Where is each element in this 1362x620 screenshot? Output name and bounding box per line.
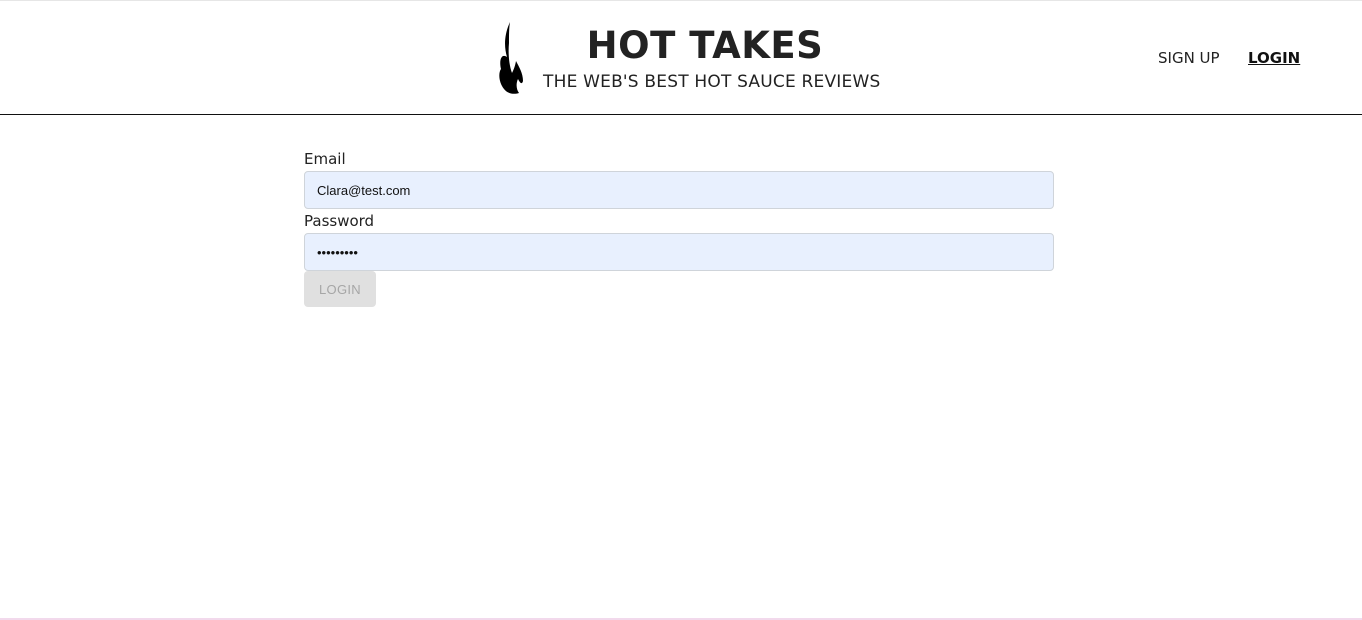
- login-form: Email Password LOGIN: [304, 147, 1054, 307]
- email-label: Email: [304, 150, 346, 168]
- nav-signup-link[interactable]: SIGN UP: [1158, 47, 1220, 69]
- email-field[interactable]: [304, 171, 1054, 209]
- site-title: HOT TAKES: [586, 24, 824, 67]
- password-field[interactable]: [304, 233, 1054, 271]
- flame-icon: [499, 22, 523, 94]
- login-button[interactable]: LOGIN: [304, 271, 376, 307]
- password-label: Password: [304, 212, 375, 230]
- site-subtitle: THE WEB'S BEST HOT SAUCE REVIEWS: [543, 72, 881, 92]
- site-header: HOT TAKES THE WEB'S BEST HOT SAUCE REVIE…: [0, 1, 1362, 115]
- nav-login-link[interactable]: LOGIN: [1248, 47, 1300, 69]
- login-page: HOT TAKES THE WEB'S BEST HOT SAUCE REVIE…: [0, 0, 1362, 620]
